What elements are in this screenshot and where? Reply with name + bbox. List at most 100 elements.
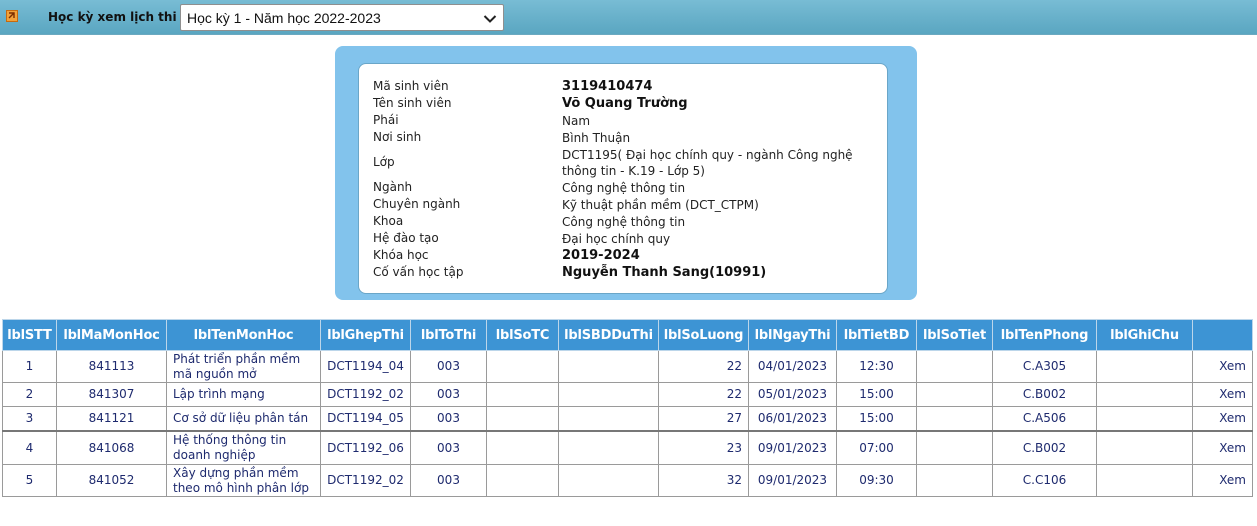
- cell-course-code: 841121: [56, 406, 167, 432]
- top-toolbar: Học kỳ xem lịch thi Học kỳ 1 - Năm học 2…: [0, 0, 1257, 35]
- expand-icon[interactable]: [6, 10, 18, 22]
- cell-periods: [916, 350, 993, 383]
- info-value: 2019-2024: [562, 248, 640, 263]
- cell-start-period: 07:00: [836, 430, 917, 465]
- cell-exam-date: 09/01/2023: [748, 464, 837, 497]
- col-header-quantity: lblSoLuong: [658, 319, 749, 351]
- cell-credits: [486, 406, 559, 432]
- cell-room: C.B002: [992, 382, 1097, 407]
- cell-course-name: Phát triển phần mềm mã nguồn mở: [166, 350, 321, 383]
- col-header-credits: lblSoTC: [486, 319, 559, 351]
- cell-joint-exam: DCT1192_02: [320, 464, 411, 497]
- col-header-action: [1192, 319, 1253, 351]
- col-header-course-code: lblMaMonHoc: [56, 319, 167, 351]
- cell-start-period: 15:00: [836, 382, 917, 407]
- cell-exam-date: 09/01/2023: [748, 430, 837, 465]
- cell-stt: 5: [2, 464, 57, 497]
- view-link[interactable]: Xem: [1192, 406, 1253, 432]
- cell-room: C.A506: [992, 406, 1097, 432]
- cell-course-name: Hệ thống thông tin doanh nghiệp: [166, 430, 321, 465]
- table-row: 2 841307 Lập trình mạng DCT1192_02 003 2…: [2, 382, 1253, 407]
- col-header-candidate-no: lblSBDDuThi: [558, 319, 659, 351]
- cell-stt: 2: [2, 382, 57, 407]
- info-row-class: Lớp DCT1195( Đại học chính quy - ngành C…: [373, 147, 873, 181]
- cell-quantity: 22: [658, 382, 749, 407]
- cell-start-period: 09:30: [836, 464, 917, 497]
- cell-note: [1096, 350, 1193, 383]
- cell-stt: 1: [2, 350, 57, 383]
- info-label: Khoa: [373, 214, 404, 228]
- cell-quantity: 22: [658, 350, 749, 383]
- info-label: Tên sinh viên: [373, 96, 452, 110]
- cell-course-name: Xây dựng phần mềm theo mô hình phân lớp: [166, 464, 321, 497]
- cell-credits: [486, 464, 559, 497]
- info-label: Phái: [373, 113, 399, 127]
- cell-quantity: 32: [658, 464, 749, 497]
- chevron-down-icon: [483, 13, 497, 27]
- col-header-periods: lblSoTiet: [916, 319, 993, 351]
- cell-room: C.C106: [992, 464, 1097, 497]
- col-header-room: lblTenPhong: [992, 319, 1097, 351]
- col-header-course-name: lblTenMonHoc: [166, 319, 321, 351]
- cell-joint-exam: DCT1194_05: [320, 406, 411, 432]
- cell-periods: [916, 382, 993, 407]
- cell-note: [1096, 430, 1193, 465]
- info-value: Kỹ thuật phần mềm (DCT_CTPM): [562, 198, 759, 212]
- info-label: Cố vấn học tập: [373, 265, 464, 279]
- semester-label: Học kỳ xem lịch thi: [48, 10, 177, 24]
- cell-course-code: 841052: [56, 464, 167, 497]
- cell-course-code: 841307: [56, 382, 167, 407]
- view-link[interactable]: Xem: [1192, 464, 1253, 497]
- info-value: Công nghệ thông tin: [562, 215, 686, 229]
- col-header-exam-date: lblNgayThi: [748, 319, 837, 351]
- table-row: 5 841052 Xây dựng phần mềm theo mô hình …: [2, 464, 1253, 497]
- cell-quantity: 23: [658, 430, 749, 465]
- student-info-panel: Mã sinh viên 3119410474 Tên sinh viên Võ…: [335, 46, 917, 300]
- cell-quantity: 27: [658, 406, 749, 432]
- cell-course-name: Cơ sở dữ liệu phân tán: [166, 406, 321, 432]
- cell-stt: 4: [2, 430, 57, 465]
- cell-joint-exam: DCT1194_04: [320, 350, 411, 383]
- cell-periods: [916, 430, 993, 465]
- cell-start-period: 12:30: [836, 350, 917, 383]
- view-link[interactable]: Xem: [1192, 430, 1253, 465]
- cell-exam-group: 003: [410, 350, 487, 383]
- info-label: Khóa học: [373, 248, 429, 262]
- cell-exam-date: 04/01/2023: [748, 350, 837, 383]
- info-value: Công nghệ thông tin: [562, 181, 686, 195]
- col-header-exam-group: lblToThi: [410, 319, 487, 351]
- cell-credits: [486, 350, 559, 383]
- cell-credits: [486, 430, 559, 465]
- cell-note: [1096, 382, 1193, 407]
- cell-start-period: 15:00: [836, 406, 917, 432]
- info-label: Lớp: [373, 155, 395, 169]
- info-value: Nam: [562, 114, 591, 128]
- cell-candidate-no: [558, 382, 659, 407]
- cell-candidate-no: [558, 464, 659, 497]
- semester-select-value: Học kỳ 1 - Năm học 2022-2023: [187, 10, 381, 26]
- cell-course-name: Lập trình mạng: [166, 382, 321, 407]
- cell-candidate-no: [558, 406, 659, 432]
- col-header-start-period: lblTietBD: [836, 319, 917, 351]
- view-link[interactable]: Xem: [1192, 350, 1253, 383]
- info-value: 3119410474: [562, 79, 653, 94]
- info-label: Mã sinh viên: [373, 79, 449, 93]
- cell-exam-group: 003: [410, 382, 487, 407]
- view-link[interactable]: Xem: [1192, 382, 1253, 407]
- semester-select[interactable]: Học kỳ 1 - Năm học 2022-2023: [180, 4, 504, 31]
- info-value: Bình Thuận: [562, 131, 631, 145]
- cell-room: C.B002: [992, 430, 1097, 465]
- cell-exam-group: 003: [410, 406, 487, 432]
- cell-exam-group: 003: [410, 464, 487, 497]
- info-value: Võ Quang Trường: [562, 96, 688, 111]
- table-row: 4 841068 Hệ thống thông tin doanh nghiệp…: [2, 430, 1253, 465]
- col-header-note: lblGhiChu: [1096, 319, 1193, 351]
- cell-credits: [486, 382, 559, 407]
- cell-candidate-no: [558, 430, 659, 465]
- info-value: Đại học chính quy: [562, 232, 671, 246]
- cell-exam-date: 06/01/2023: [748, 406, 837, 432]
- table-header-row: lblSTT lblMaMonHoc lblTenMonHoc lblGhepT…: [2, 319, 1253, 351]
- cell-exam-group: 003: [410, 430, 487, 465]
- col-header-stt: lblSTT: [2, 319, 57, 351]
- exam-schedule-table: lblSTT lblMaMonHoc lblTenMonHoc lblGhepT…: [2, 319, 1253, 497]
